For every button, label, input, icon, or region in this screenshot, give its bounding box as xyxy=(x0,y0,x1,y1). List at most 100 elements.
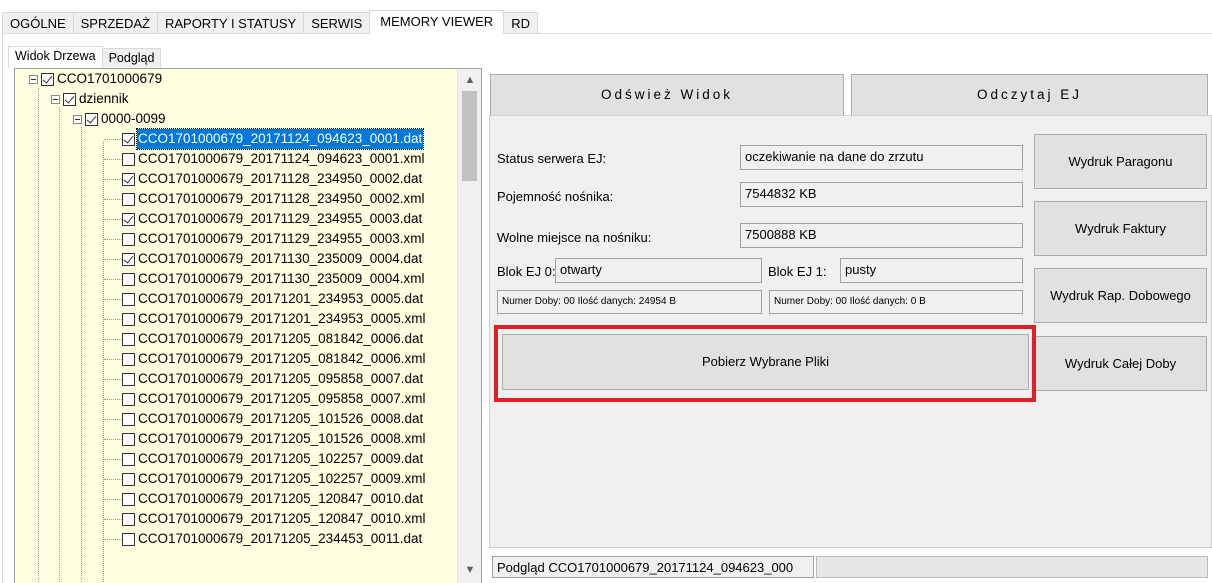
checkbox[interactable] xyxy=(122,532,135,546)
collapse-icon[interactable] xyxy=(29,74,38,84)
tab-podglad[interactable]: Podgląd xyxy=(101,48,162,68)
tree-file-item[interactable]: CCO1701000679_20171205_234453_0011.dat xyxy=(122,529,423,549)
checkbox[interactable] xyxy=(85,112,98,126)
print-receipt-button[interactable]: Wydruk Paragonu xyxy=(1034,134,1207,189)
tab-widok-drzewa[interactable]: Widok Drzewa xyxy=(8,46,103,68)
tree-file-item[interactable]: CCO1701000679_20171205_101526_0008.xml xyxy=(122,429,427,449)
tree-file-item[interactable]: CCO1701000679_20171205_102257_0009.dat xyxy=(122,449,424,469)
checkbox[interactable] xyxy=(122,492,135,506)
tree-guide-line xyxy=(38,88,39,583)
read-ej-button[interactable]: Odczytaj EJ xyxy=(851,74,1208,116)
checkbox[interactable] xyxy=(122,132,135,146)
tree-node-dziennik[interactable]: dziennik xyxy=(51,89,130,109)
tree-scrollbar[interactable]: ▲ ▼ xyxy=(457,69,481,583)
tree-guide-line xyxy=(104,279,122,280)
scroll-down-icon[interactable]: ▼ xyxy=(458,561,481,579)
scroll-up-icon[interactable]: ▲ xyxy=(458,71,481,89)
preview-status-field: Podgląd CCO1701000679_20171124_094623_00… xyxy=(492,556,814,578)
checkbox[interactable] xyxy=(122,312,135,326)
tab-serwis[interactable]: SERWIS xyxy=(303,12,371,34)
print-daily-report-button[interactable]: Wydruk Rap. Dobowego xyxy=(1034,268,1207,323)
tab-rd[interactable]: RD xyxy=(503,12,538,34)
checkbox[interactable] xyxy=(122,372,135,386)
tree-file-item[interactable]: CCO1701000679_20171130_235009_0004.xml xyxy=(122,269,426,289)
tree-file-label: CCO1701000679_20171205_120847_0010.dat xyxy=(138,491,424,506)
checkbox[interactable] xyxy=(122,232,135,246)
checkbox[interactable] xyxy=(122,152,135,166)
checkbox[interactable] xyxy=(122,512,135,526)
tree-guide-line xyxy=(104,219,122,220)
collapse-icon[interactable] xyxy=(73,114,82,124)
tree-file-item[interactable]: CCO1701000679_20171129_234955_0003.dat xyxy=(122,209,423,229)
tree-guide-line xyxy=(104,199,122,200)
free-space-field: 7500888 KB xyxy=(740,223,1023,248)
checkbox[interactable] xyxy=(122,352,135,366)
tree-file-label: CCO1701000679_20171205_095858_0007.dat xyxy=(138,371,424,386)
checkbox[interactable] xyxy=(41,72,54,86)
block1-label: Blok EJ 1: xyxy=(768,264,827,279)
checkbox[interactable] xyxy=(122,172,135,186)
checkbox[interactable] xyxy=(122,452,135,466)
refresh-view-button[interactable]: Odśwież Widok xyxy=(490,74,844,116)
tree-file-item[interactable]: CCO1701000679_20171205_081842_0006.xml xyxy=(122,349,427,369)
file-tree-content: CCO1701000679 dziennik 0000-0099 CCO1701… xyxy=(15,69,456,583)
tree-file-item[interactable]: CCO1701000679_20171201_234953_0005.xml xyxy=(122,309,427,329)
tree-file-item[interactable]: CCO1701000679_20171205_120847_0010.dat xyxy=(122,489,424,509)
checkbox[interactable] xyxy=(122,392,135,406)
highlight-box xyxy=(494,325,1036,402)
checkbox[interactable] xyxy=(63,92,76,106)
capacity-label: Pojemność nośnika: xyxy=(497,189,614,204)
checkbox[interactable] xyxy=(122,332,135,346)
tree-file-item[interactable]: CCO1701000679_20171124_094623_0001.dat xyxy=(122,128,425,150)
view-tab-strip: Widok Drzewa Podgląd xyxy=(8,46,162,68)
tab-ogolne[interactable]: OGÓLNE xyxy=(2,12,74,34)
tree-guide-line xyxy=(104,399,122,400)
tree-file-item[interactable]: CCO1701000679_20171205_095858_0007.dat xyxy=(122,369,424,389)
tree-guide-line xyxy=(104,239,122,240)
tree-file-label: CCO1701000679_20171205_102257_0009.xml xyxy=(138,471,426,486)
print-whole-day-button[interactable]: Wydruk Całej Doby xyxy=(1034,336,1207,391)
tree-file-label: CCO1701000679_20171124_094623_0001.xml xyxy=(138,151,425,166)
tree-file-item[interactable]: CCO1701000679_20171124_094623_0001.xml xyxy=(122,149,426,169)
tab-memory-viewer[interactable]: MEMORY VIEWER xyxy=(369,10,505,34)
checkbox[interactable] xyxy=(122,412,135,426)
tree-file-item[interactable]: CCO1701000679_20171205_102257_0009.xml xyxy=(122,469,427,489)
tree-guide-line xyxy=(104,259,122,260)
tree-guide-line xyxy=(104,319,122,320)
capacity-field: 7544832 KB xyxy=(740,182,1023,207)
checkbox[interactable] xyxy=(122,292,135,306)
tree-file-label: CCO1701000679_20171205_101526_0008.xml xyxy=(138,431,426,446)
scroll-thumb[interactable] xyxy=(462,91,477,181)
file-tree[interactable]: CCO1701000679 dziennik 0000-0099 CCO1701… xyxy=(14,68,482,583)
checkbox[interactable] xyxy=(122,252,135,266)
tree-file-item[interactable]: CCO1701000679_20171130_235009_0004.dat xyxy=(122,249,423,269)
tree-node-0000-0099[interactable]: 0000-0099 xyxy=(73,109,167,129)
tree-file-item[interactable]: CCO1701000679_20171205_101526_0008.dat xyxy=(122,409,424,429)
tree-node-root[interactable]: CCO1701000679 xyxy=(29,69,163,89)
tree-file-label: CCO1701000679_20171201_234953_0005.xml xyxy=(138,311,426,326)
tree-guide-line xyxy=(104,339,122,340)
collapse-icon[interactable] xyxy=(51,94,60,104)
tree-file-item[interactable]: CCO1701000679_20171129_234955_0003.xml xyxy=(122,229,426,249)
tree-file-item[interactable]: CCO1701000679_20171201_234953_0005.dat xyxy=(122,289,424,309)
tab-sprzedaz[interactable]: SPRZEDAŻ xyxy=(72,12,158,34)
tree-file-item[interactable]: CCO1701000679_20171128_234950_0002.xml xyxy=(122,189,426,209)
tree-file-item[interactable]: CCO1701000679_20171205_095858_0007.xml xyxy=(122,389,427,409)
tree-file-label: CCO1701000679_20171205_102257_0009.dat xyxy=(138,451,424,466)
tree-guide-line xyxy=(104,479,122,480)
tree-file-label: CCO1701000679_20171205_101526_0008.dat xyxy=(138,411,424,426)
checkbox[interactable] xyxy=(122,192,135,206)
checkbox[interactable] xyxy=(122,212,135,226)
checkbox[interactable] xyxy=(122,272,135,286)
checkbox[interactable] xyxy=(122,472,135,486)
tree-file-label: CCO1701000679_20171205_081842_0006.xml xyxy=(138,351,426,366)
print-invoice-button[interactable]: Wydruk Faktury xyxy=(1034,201,1207,256)
tab-raporty-i-statusy[interactable]: RAPORTY I STATUSY xyxy=(156,12,305,34)
block1-field: pusty xyxy=(840,258,1023,283)
checkbox[interactable] xyxy=(122,432,135,446)
block0-label: Blok EJ 0: xyxy=(497,264,556,279)
tree-file-item[interactable]: CCO1701000679_20171128_234950_0002.dat xyxy=(122,169,423,189)
tree-file-item[interactable]: CCO1701000679_20171205_120847_0010.xml xyxy=(122,509,427,529)
tree-file-item[interactable]: CCO1701000679_20171205_081842_0006.dat xyxy=(122,329,424,349)
tree-file-label: CCO1701000679_20171201_234953_0005.dat xyxy=(138,291,424,306)
